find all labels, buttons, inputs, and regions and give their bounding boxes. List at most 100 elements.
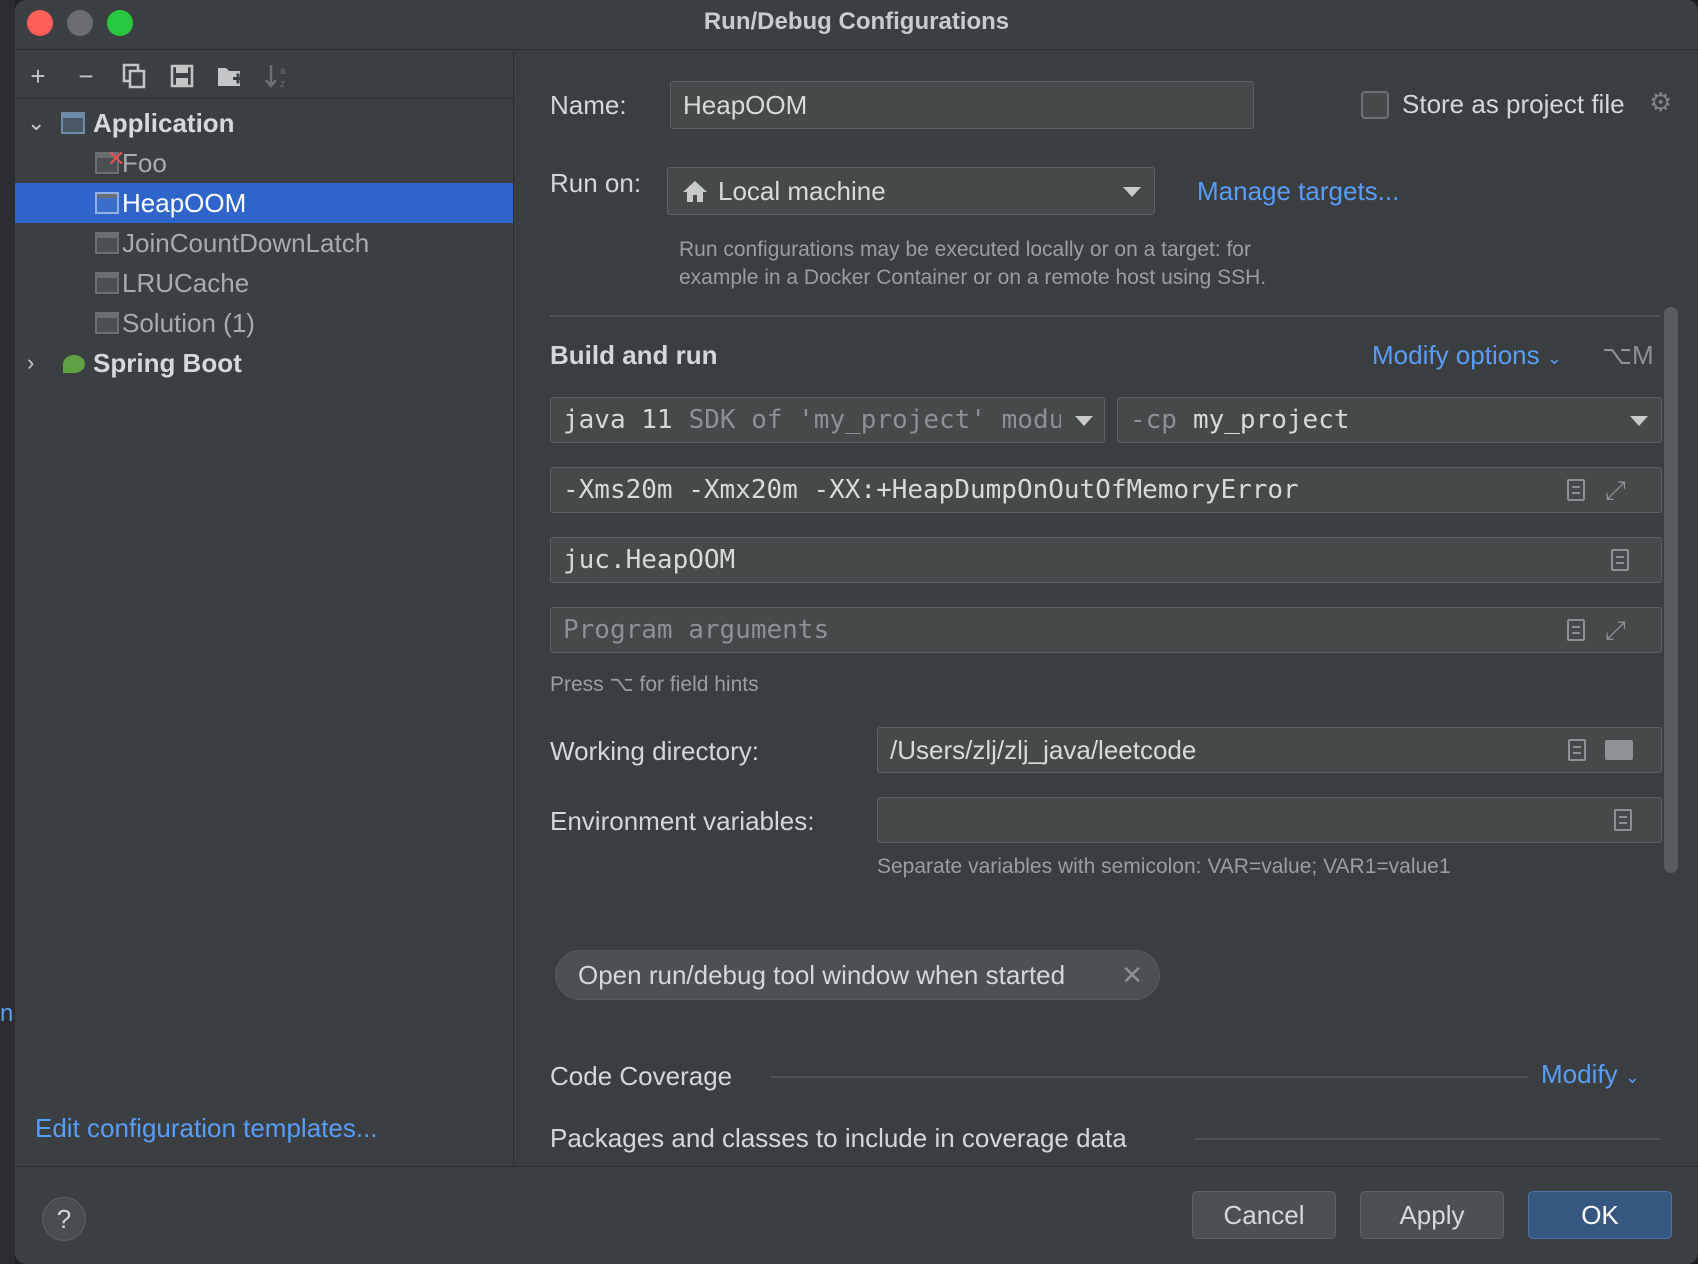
vm-options-value: -Xms20m -Xmx20m -XX:+HeapDumpOnOutOfMemo… [563,475,1299,505]
svg-text:z: z [280,79,285,90]
expand-icon[interactable]: ⤢ [1605,476,1626,507]
application-config-icon [95,232,119,254]
tree-item-solution[interactable]: Solution (1) [15,303,513,343]
modify-options-label: Modify options [1372,340,1540,370]
background-editor-strip [0,0,15,1264]
gear-icon[interactable]: ⚙ [1649,87,1672,118]
minus-icon: − [78,60,94,91]
tree-item-label: Solution (1) [122,308,255,338]
add-configuration-button[interactable]: + [21,59,55,93]
vertical-scrollbar[interactable] [1664,307,1678,873]
remove-configuration-button[interactable]: − [69,59,103,93]
chevron-down-icon [1075,416,1093,426]
save-configuration-button[interactable] [165,59,199,93]
run-on-hint-line-2: example in a Docker Container or on a re… [679,266,1267,289]
sort-configurations-button[interactable]: a z [261,59,295,93]
working-directory-label: Working directory: [550,736,760,766]
configuration-tree: ⌄ Application ✕ Foo HeapOOM JoinCountDow… [15,103,513,383]
apply-button[interactable]: Apply [1360,1191,1504,1239]
environment-variables-hint: Separate variables with semicolon: VAR=v… [877,855,1451,878]
tree-group-spring-boot[interactable]: › Spring Boot [15,343,513,383]
jdk-hint: SDK of 'my_project' modu [688,405,1061,435]
copy-icon [122,63,146,89]
new-folder-icon [218,68,243,86]
home-icon [683,181,707,202]
chip-label: Open run/debug tool window when started [578,959,1066,990]
folder-icon[interactable] [1605,740,1633,760]
main-class-input[interactable]: juc.HeapOOM [550,537,1662,583]
cancel-button[interactable]: Cancel [1192,1191,1336,1239]
tree-group-label: Application [93,108,235,138]
program-arguments-placeholder: Program arguments [563,615,830,645]
name-input[interactable]: HeapOOM [670,81,1254,129]
chevron-down-icon [1123,187,1141,197]
section-divider [550,315,1660,317]
edit-configuration-templates-link[interactable]: Edit configuration templates... [35,1113,378,1144]
coverage-packages-label: Packages and classes to include in cover… [550,1123,1127,1153]
browse-class-icon[interactable] [1611,549,1629,571]
modify-options-link[interactable]: Modify options ⌄ [1372,340,1562,371]
tree-item-lrucache[interactable]: LRUCache [15,263,513,303]
classpath-module-dropdown[interactable]: -cp my_project [1117,397,1662,443]
environment-variables-input[interactable] [877,797,1662,843]
run-on-dropdown[interactable]: Local machine [667,167,1155,215]
application-config-icon [95,192,119,214]
text-field-history-icon[interactable] [1567,619,1585,641]
title-bar: Run/Debug Configurations [15,0,1698,50]
code-coverage-heading: Code Coverage [550,1061,733,1091]
tree-item-joincountdownlatch[interactable]: JoinCountDownLatch [15,223,513,263]
store-as-project-file-label: Store as project file [1402,89,1625,119]
edit-environment-icon[interactable] [1614,809,1632,831]
chevron-right-icon[interactable]: › [27,343,51,383]
new-folder-button[interactable] [213,59,247,93]
working-directory-input[interactable]: /Users/zlj/zlj_java/leetcode [877,727,1662,773]
run-debug-dialog: Run/Debug Configurations + − a z ⌄ Appli… [15,0,1698,1264]
modify-coverage-link[interactable]: Modify ⌄ [1541,1059,1640,1090]
section-divider [1195,1138,1660,1140]
plus-icon: + [30,60,46,91]
run-on-label: Run on: [550,168,642,198]
store-as-project-file-checkbox[interactable] [1361,91,1389,119]
tree-item-label: Foo [122,148,167,178]
application-config-icon [95,272,119,294]
ok-button[interactable]: OK [1528,1191,1672,1239]
configuration-form: Name: HeapOOM Store as project file ⚙ Ru… [515,51,1698,1166]
text-field-history-icon[interactable] [1567,479,1585,501]
name-label: Name: [550,90,627,120]
jdk-value: java 11 [563,405,673,435]
chevron-down-icon[interactable]: ⌄ [27,103,51,143]
cp-prefix: -cp [1130,405,1177,435]
dialog-footer: ? Cancel Apply OK [15,1166,1698,1264]
manage-targets-link[interactable]: Manage targets... [1197,176,1399,207]
field-hints-text: Press ⌥ for field hints [550,673,759,696]
chevron-down-icon [1630,416,1648,426]
run-on-value: Local machine [718,175,886,206]
background-editor-text: n [0,1000,14,1027]
name-value: HeapOOM [683,89,808,120]
working-directory-value: /Users/zlj/zlj_java/leetcode [890,734,1197,765]
expand-icon[interactable]: ⤢ [1605,616,1626,647]
vm-options-input[interactable]: -Xms20m -Xmx20m -XX:+HeapDumpOnOutOfMemo… [550,467,1662,513]
tree-item-heapoom[interactable]: HeapOOM [15,183,513,223]
tree-item-label: HeapOOM [122,188,247,218]
configurations-sidebar: + − a z ⌄ Application ✕ Foo HeapOOM Join… [15,51,514,1166]
help-icon: ? [56,1203,72,1234]
program-arguments-input[interactable]: Program arguments ⤢ [550,607,1662,653]
tree-group-application[interactable]: ⌄ Application [15,103,513,143]
close-icon[interactable]: ✕ [1121,960,1143,991]
help-button[interactable]: ? [42,1197,86,1241]
tree-item-foo[interactable]: ✕ Foo [15,143,513,183]
jdk-dropdown[interactable]: java 11 SDK of 'my_project' modu [550,397,1105,443]
tree-item-label: LRUCache [122,268,250,298]
copy-configuration-button[interactable] [117,59,151,93]
window-title: Run/Debug Configurations [703,8,1010,35]
open-tool-window-option-chip[interactable]: Open run/debug tool window when started … [555,950,1160,1000]
spring-boot-icon [63,355,85,373]
application-icon [61,112,85,134]
tree-group-label: Spring Boot [93,348,242,378]
tree-item-label: JoinCountDownLatch [122,228,370,258]
text-field-history-icon[interactable] [1568,739,1586,761]
sort-icon: a z [265,65,286,90]
modify-label: Modify [1541,1059,1618,1089]
chevron-down-icon: ⌄ [1624,1067,1640,1087]
